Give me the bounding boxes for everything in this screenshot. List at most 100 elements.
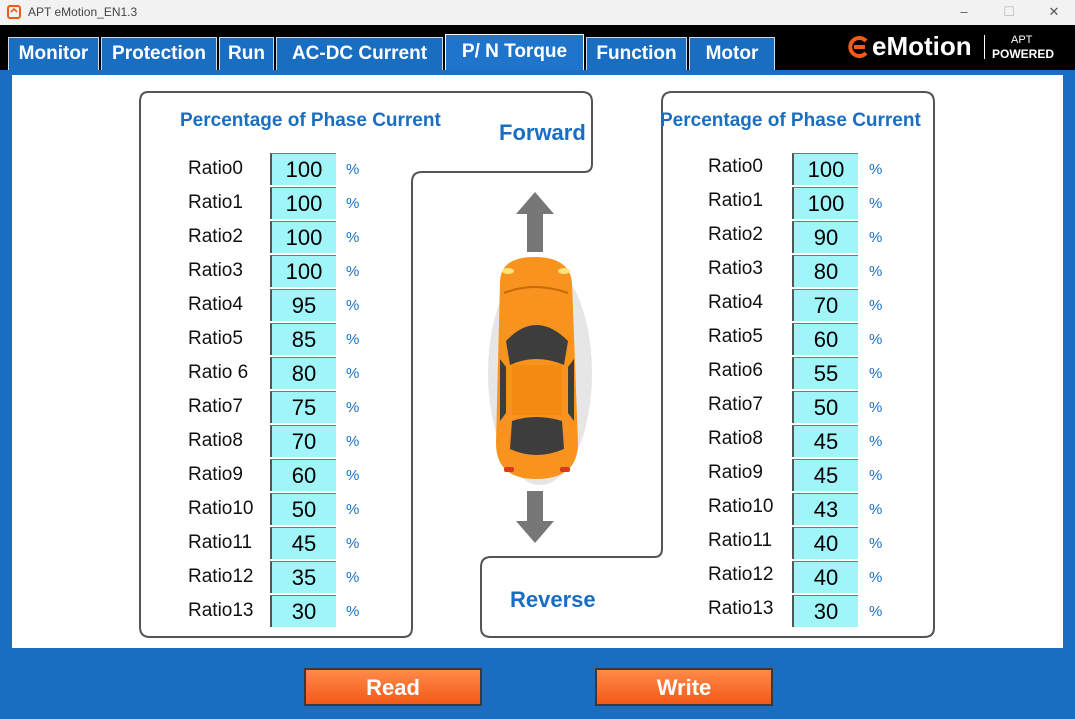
write-button[interactable]: Write: [595, 668, 773, 706]
reverse-ratio-label: Ratio5: [708, 326, 763, 347]
reverse-ratio-unit: %: [869, 263, 883, 280]
forward-ratio-value-field[interactable]: 100: [270, 187, 336, 219]
reverse-ratio-value-field[interactable]: 70: [792, 289, 858, 321]
reverse-ratio-unit: %: [869, 535, 883, 552]
reverse-ratio-unit: %: [869, 161, 883, 178]
tab-motor[interactable]: Motor: [689, 37, 775, 70]
forward-ratio-label: Ratio7: [188, 396, 243, 417]
reverse-ratio-label: Ratio1: [708, 190, 763, 211]
reverse-ratio-value-field[interactable]: 90: [792, 221, 858, 253]
forward-direction-label: Forward: [499, 120, 586, 145]
forward-ratio-value-field[interactable]: 95: [270, 289, 336, 321]
reverse-ratio-value-field[interactable]: 30: [792, 595, 858, 627]
forward-ratio-unit: %: [346, 331, 360, 348]
main-frame: Percentage of Phase Current Forward Rati…: [0, 70, 1075, 719]
reverse-ratio-label: Ratio11: [708, 530, 773, 551]
reverse-ratio-unit: %: [869, 229, 883, 246]
tab-run[interactable]: Run: [219, 37, 274, 70]
reverse-ratio-label: Ratio13: [708, 598, 774, 619]
forward-ratio-unit: %: [346, 161, 360, 178]
forward-ratio-label: Ratio3: [188, 260, 243, 281]
reverse-ratio-value-field[interactable]: 60: [792, 323, 858, 355]
emotion-logo-icon: [848, 36, 868, 58]
car-icon: [488, 257, 592, 485]
forward-ratio-value-field[interactable]: 50: [270, 493, 336, 525]
reverse-ratio-value-field[interactable]: 45: [792, 459, 858, 491]
reverse-ratio-label: Ratio6: [708, 360, 763, 381]
forward-ratio-unit: %: [346, 229, 360, 246]
close-button[interactable]: ✕: [1036, 2, 1072, 22]
forward-ratio-value-field[interactable]: 100: [270, 153, 336, 185]
forward-ratio-unit: %: [346, 433, 360, 450]
forward-ratio-label: Ratio12: [188, 566, 254, 587]
forward-ratio-value-field[interactable]: 100: [270, 255, 336, 287]
forward-ratio-value-field[interactable]: 75: [270, 391, 336, 423]
forward-ratio-label: Ratio10: [188, 498, 254, 519]
reverse-ratio-label: Ratio8: [708, 428, 763, 449]
reverse-ratio-value-field[interactable]: 43: [792, 493, 858, 525]
reverse-ratio-value-field[interactable]: 55: [792, 357, 858, 389]
reverse-ratio-value-field[interactable]: 80: [792, 255, 858, 287]
forward-ratio-value-field[interactable]: 70: [270, 425, 336, 457]
reverse-ratio-value-field[interactable]: 40: [792, 527, 858, 559]
reverse-ratio-value-field[interactable]: 45: [792, 425, 858, 457]
reverse-ratio-value-field[interactable]: 40: [792, 561, 858, 593]
logo-name: eMotion: [872, 31, 972, 61]
forward-ratio-label: Ratio11: [188, 532, 253, 553]
forward-ratio-unit: %: [346, 365, 360, 382]
forward-heading: Percentage of Phase Current: [180, 110, 441, 131]
logo-sub-apt: APT: [1011, 34, 1033, 46]
tab-monitor[interactable]: Monitor: [8, 37, 99, 70]
minimize-button[interactable]: –: [946, 2, 982, 22]
reverse-ratio-unit: %: [869, 569, 883, 586]
tab-function[interactable]: Function: [586, 37, 687, 70]
tab-protection[interactable]: Protection: [101, 37, 217, 70]
reverse-ratio-label: Ratio12: [708, 564, 774, 585]
forward-ratio-value-field[interactable]: 45: [270, 527, 336, 559]
forward-ratio-label: Ratio5: [188, 328, 243, 349]
reverse-ratio-label: Ratio2: [708, 224, 763, 245]
forward-ratio-label: Ratio4: [188, 294, 243, 315]
app-logo-icon: [7, 5, 21, 19]
reverse-ratio-label: Ratio4: [708, 292, 763, 313]
reverse-ratio-value-field[interactable]: 100: [792, 187, 858, 219]
forward-ratio-label: Ratio 6: [188, 362, 249, 383]
reverse-ratio-unit: %: [869, 297, 883, 314]
reverse-ratio-label: Ratio10: [708, 496, 774, 517]
forward-ratio-unit: %: [346, 569, 360, 586]
forward-ratio-value-field[interactable]: 60: [270, 459, 336, 491]
forward-ratio-unit: %: [346, 399, 360, 416]
logo-divider: [984, 35, 985, 59]
read-button[interactable]: Read: [304, 668, 482, 706]
reverse-ratio-unit: %: [869, 433, 883, 450]
forward-ratio-label: Ratio8: [188, 430, 243, 451]
tab-ac-dc-current[interactable]: AC-DC Current: [276, 37, 443, 70]
torque-panel: Percentage of Phase Current Forward Rati…: [12, 75, 1063, 648]
logo-sub-powered: POWERED: [992, 47, 1055, 61]
forward-ratio-unit: %: [346, 195, 360, 212]
forward-ratio-unit: %: [346, 603, 360, 620]
forward-ratio-label: Ratio0: [188, 158, 243, 179]
forward-ratio-value-field[interactable]: 35: [270, 561, 336, 593]
title-bar: APT eMotion_EN1.3 – ☐ ✕: [0, 0, 1075, 25]
reverse-ratio-unit: %: [869, 399, 883, 416]
reverse-ratio-value-field[interactable]: 100: [792, 153, 858, 185]
reverse-ratio-value-field[interactable]: 50: [792, 391, 858, 423]
forward-ratio-value-field[interactable]: 100: [270, 221, 336, 253]
arrow-up-icon: [516, 192, 554, 252]
reverse-ratio-unit: %: [869, 365, 883, 382]
tab-strip: Monitor Protection Run AC-DC Current P/ …: [0, 25, 1075, 70]
forward-ratio-label: Ratio2: [188, 226, 243, 247]
reverse-ratio-unit: %: [869, 467, 883, 484]
forward-ratio-unit: %: [346, 467, 360, 484]
maximize-button[interactable]: ☐: [991, 2, 1027, 22]
reverse-ratio-unit: %: [869, 331, 883, 348]
reverse-ratio-label: Ratio0: [708, 156, 763, 177]
reverse-heading: Percentage of Phase Current: [660, 110, 921, 131]
window-title: APT eMotion_EN1.3: [28, 5, 138, 19]
forward-ratio-value-field[interactable]: 30: [270, 595, 336, 627]
forward-ratio-value-field[interactable]: 85: [270, 323, 336, 355]
reverse-direction-label: Reverse: [510, 587, 596, 612]
tab-pn-torque[interactable]: P/ N Torque: [445, 34, 584, 70]
forward-ratio-value-field[interactable]: 80: [270, 357, 336, 389]
